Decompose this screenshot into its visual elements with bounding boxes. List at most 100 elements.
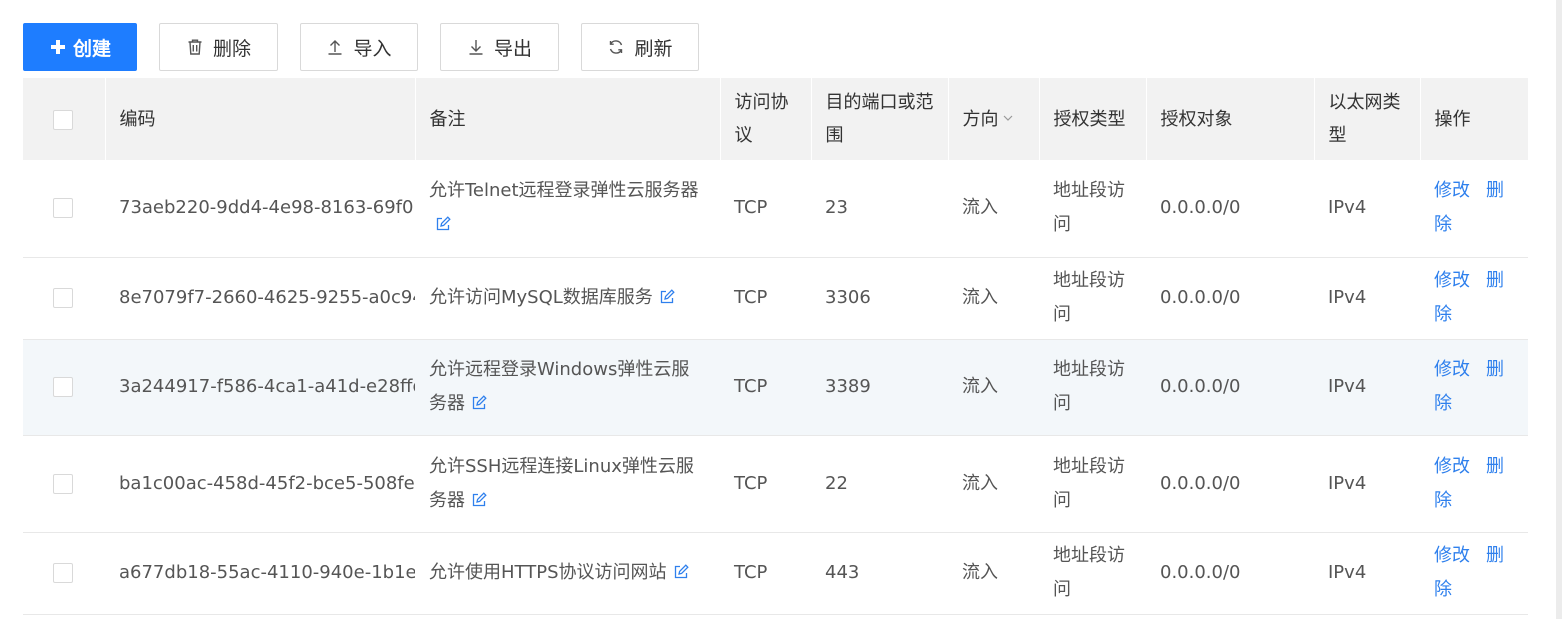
edit-rule-link[interactable]: 修改: [1434, 456, 1470, 477]
rule-remark-cell: 允许Telnet远程登录弹性云服务器: [415, 160, 720, 258]
rule-code: a677db18-55ac-4110-940e-1b1e3: [105, 532, 415, 615]
edit-rule-link[interactable]: 修改: [1434, 270, 1470, 291]
rule-direction: 流入: [948, 435, 1039, 533]
edit-icon[interactable]: [471, 491, 487, 508]
plus-icon: [50, 40, 65, 54]
rule-actions: 修改 删除: [1420, 339, 1528, 436]
rule-ether-type: IPv4: [1314, 339, 1420, 436]
rule-protocol: TCP: [720, 257, 811, 340]
delete-button-label: 删除: [212, 37, 251, 60]
row-checkbox[interactable]: [53, 563, 73, 583]
rule-protocol: TCP: [720, 160, 811, 258]
row-checkbox[interactable]: [53, 198, 73, 219]
delete-button[interactable]: 删除: [159, 23, 278, 71]
header-direction-label: 方向: [962, 108, 999, 130]
rule-remark-cell: 允许SSH远程连接Linux弹性云服务器: [415, 435, 720, 533]
rule-ether-type: IPv4: [1314, 532, 1420, 615]
export-button-label: 导出: [493, 37, 532, 60]
rule-remark-cell: 允许使用HTTPS协议访问网站: [415, 532, 720, 615]
table-row: 3a244917-f586-4ca1-a41d-e28ffd 允许远程登录Win…: [23, 339, 1528, 436]
rule-auth-type: 地址段访问: [1039, 257, 1146, 340]
header-remark: 备注: [415, 78, 721, 160]
rule-port: 3389: [811, 339, 948, 436]
rule-protocol: TCP: [720, 435, 811, 533]
header-ether-type: 以太网类型: [1314, 78, 1421, 160]
rule-remark: 允许Telnet远程登录弹性云服务器: [429, 180, 699, 202]
row-select-cell: [23, 257, 105, 340]
rule-auth-type: 地址段访问: [1039, 339, 1146, 436]
create-button[interactable]: 创建: [23, 23, 137, 71]
rule-ether-type: IPv4: [1314, 257, 1420, 340]
rule-port: 23: [811, 160, 948, 258]
table-header: 编码 备注 访问协议 目的端口或范围 方向 授权类型 授权对象 以太网类型 操作: [23, 78, 1529, 160]
rule-auth-type: 地址段访问: [1039, 160, 1146, 258]
rule-protocol: TCP: [720, 339, 811, 436]
rule-ether-type: IPv4: [1314, 160, 1420, 258]
header-auth-target: 授权对象: [1146, 78, 1315, 160]
header-actions: 操作: [1420, 78, 1529, 160]
rule-remark-cell: 允许访问MySQL数据库服务: [415, 257, 720, 340]
edit-icon[interactable]: [673, 564, 689, 580]
table-row: 73aeb220-9dd4-4e98-8163-69f07 允许Telnet远程…: [23, 160, 1528, 258]
import-button[interactable]: 导入: [300, 23, 418, 71]
rule-auth-type: 地址段访问: [1039, 435, 1146, 533]
rule-remark: 允许SSH远程连接Linux弹性云服务器: [429, 455, 694, 511]
rule-code: 8e7079f7-2660-4625-9255-a0c94: [105, 257, 415, 340]
rule-code: 3a244917-f586-4ca1-a41d-e28ffd: [105, 339, 415, 436]
chevron-down-icon[interactable]: [1002, 112, 1014, 124]
rule-direction: 流入: [948, 160, 1039, 258]
rule-protocol: TCP: [720, 532, 811, 615]
rule-auth-target: 0.0.0.0/0: [1146, 257, 1314, 340]
rule-remark: 允许使用HTTPS协议访问网站: [429, 562, 667, 583]
rule-actions: 修改 删除: [1420, 532, 1528, 615]
rule-code: ba1c00ac-458d-45f2-bce5-508fee: [105, 435, 415, 533]
edit-icon[interactable]: [659, 289, 675, 305]
table-body: 73aeb220-9dd4-4e98-8163-69f07 允许Telnet远程…: [23, 160, 1528, 615]
edit-rule-link[interactable]: 修改: [1434, 545, 1470, 566]
rule-direction: 流入: [948, 339, 1039, 436]
rule-port: 443: [811, 532, 948, 615]
refresh-button[interactable]: 刷新: [581, 23, 699, 71]
rule-actions: 修改 删除: [1420, 257, 1528, 340]
edit-icon[interactable]: [471, 395, 487, 411]
row-checkbox[interactable]: [53, 377, 73, 397]
header-select-all: [23, 78, 106, 160]
row-select-cell: [23, 435, 105, 533]
refresh-icon: [610, 40, 623, 54]
rule-port: 22: [811, 435, 948, 533]
edit-icon[interactable]: [435, 216, 451, 232]
rule-actions: 修改 删除: [1420, 435, 1528, 533]
table-row: 8e7079f7-2660-4625-9255-a0c94 允许访问MySQL数…: [23, 257, 1528, 340]
table-row: a677db18-55ac-4110-940e-1b1e3 允许使用HTTPS协…: [23, 532, 1528, 615]
rule-auth-target: 0.0.0.0/0: [1146, 160, 1314, 258]
rule-port: 3306: [811, 257, 948, 340]
edit-rule-link[interactable]: 修改: [1434, 359, 1470, 380]
rule-ether-type: IPv4: [1314, 435, 1420, 533]
rule-auth-target: 0.0.0.0/0: [1146, 339, 1314, 436]
rule-direction: 流入: [948, 257, 1039, 340]
upload-icon: [328, 40, 342, 55]
header-port: 目的端口或范围: [811, 78, 949, 160]
row-checkbox[interactable]: [53, 288, 73, 308]
create-button-label: 创建: [72, 37, 111, 60]
rule-auth-type: 地址段访问: [1039, 532, 1146, 615]
header-auth-type: 授权类型: [1039, 78, 1147, 160]
export-button[interactable]: 导出: [440, 23, 559, 71]
table-row: ba1c00ac-458d-45f2-bce5-508fee 允许SSH远程连接…: [23, 435, 1528, 533]
refresh-button-label: 刷新: [634, 37, 673, 60]
import-button-label: 导入: [353, 37, 392, 60]
vertical-scrollbar[interactable]: [1556, 0, 1562, 619]
header-code: 编码: [105, 78, 416, 160]
rule-code: 73aeb220-9dd4-4e98-8163-69f07: [105, 160, 415, 258]
rule-auth-target: 0.0.0.0/0: [1146, 435, 1314, 533]
header-protocol: 访问协议: [720, 78, 812, 160]
header-direction[interactable]: 方向: [948, 78, 1040, 160]
select-all-checkbox[interactable]: [53, 109, 73, 130]
rules-table-wrapper: 编码 备注 访问协议 目的端口或范围 方向 授权类型 授权对象 以太网类型 操作…: [23, 78, 1529, 615]
security-group-rules-page: 创建 删除 导入 导出 刷新 编码 备注 访问协议 目的端口或范围 方向 授权类…: [0, 0, 1562, 619]
rule-remark: 允许访问MySQL数据库服务: [429, 287, 653, 308]
row-checkbox[interactable]: [53, 473, 73, 494]
trash-icon: [188, 39, 202, 55]
edit-rule-link[interactable]: 修改: [1434, 180, 1470, 201]
rule-direction: 流入: [948, 532, 1039, 615]
